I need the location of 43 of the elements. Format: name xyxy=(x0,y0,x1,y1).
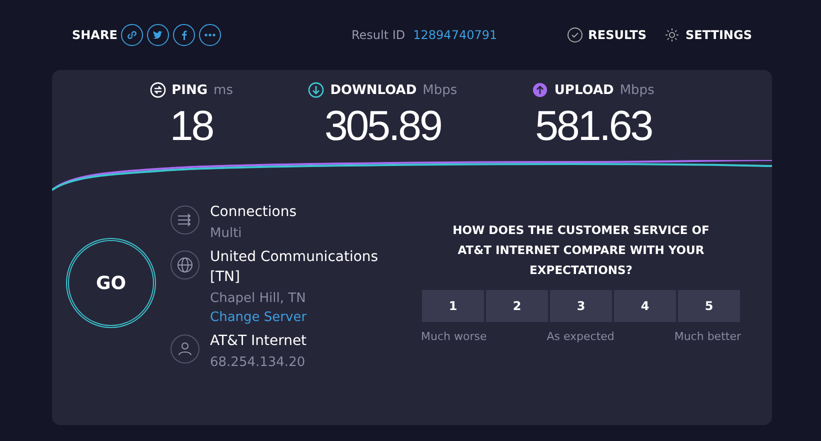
change-server-link[interactable]: Change Server xyxy=(210,310,390,325)
more-icon xyxy=(204,33,216,37)
scale-label: Much better xyxy=(674,330,741,343)
rating-option[interactable]: 5 xyxy=(678,290,740,322)
metric-label: UPLOAD xyxy=(554,82,614,98)
globe-icon xyxy=(170,250,200,280)
metric-value: 581.63 xyxy=(535,101,652,151)
link-share-button[interactable] xyxy=(121,24,144,46)
info-title: AT&T Internet xyxy=(210,332,307,351)
metric-label: DOWNLOAD xyxy=(330,82,417,98)
info-subtitle: Chapel Hill, TN xyxy=(210,291,307,306)
rating-option[interactable]: 4 xyxy=(614,290,676,322)
facebook-share-button[interactable] xyxy=(173,24,196,46)
share-label: SHARE xyxy=(72,28,118,42)
metric-label: PING xyxy=(172,82,208,98)
result-id-label: Result ID xyxy=(351,28,406,42)
check-circle-icon xyxy=(567,27,584,43)
bird-icon xyxy=(152,29,164,41)
metric-unit: Mbps xyxy=(620,82,654,98)
info-title: United Communications [TN] xyxy=(210,248,380,287)
metric-value: 305.89 xyxy=(324,101,441,151)
info-title: Connections xyxy=(210,203,297,222)
info-subtitle: Multi xyxy=(210,226,243,241)
rating-option[interactable]: 2 xyxy=(486,290,548,322)
twitter-share-button[interactable] xyxy=(147,24,170,46)
settings-button[interactable]: SETTINGS xyxy=(664,27,752,43)
user-icon xyxy=(170,334,200,364)
metric-value: 18 xyxy=(170,101,213,151)
rating-option[interactable]: 3 xyxy=(550,290,612,322)
scale-label: Much worse xyxy=(421,330,487,343)
result-id-value: 12894740791 xyxy=(413,28,498,42)
results-button[interactable]: RESULTS xyxy=(567,27,646,43)
scale-label: As expected xyxy=(546,330,614,343)
survey-question: HOW DOES THE CUSTOMER SERVICE OF AT&T INTERNET COMPARE WITH YOUR EXPECTATIONS? xyxy=(452,222,710,279)
metric-unit: Mbps xyxy=(422,82,458,98)
go-button[interactable]: GO xyxy=(66,238,156,328)
metric-unit: ms xyxy=(214,82,233,98)
more-share-button[interactable] xyxy=(199,24,222,46)
settings-icon xyxy=(664,27,680,43)
rating-option[interactable]: 1 xyxy=(422,290,484,322)
connections-icon xyxy=(170,205,200,235)
link-icon xyxy=(126,29,138,41)
info-subtitle: 68.254.134.20 xyxy=(210,355,306,370)
